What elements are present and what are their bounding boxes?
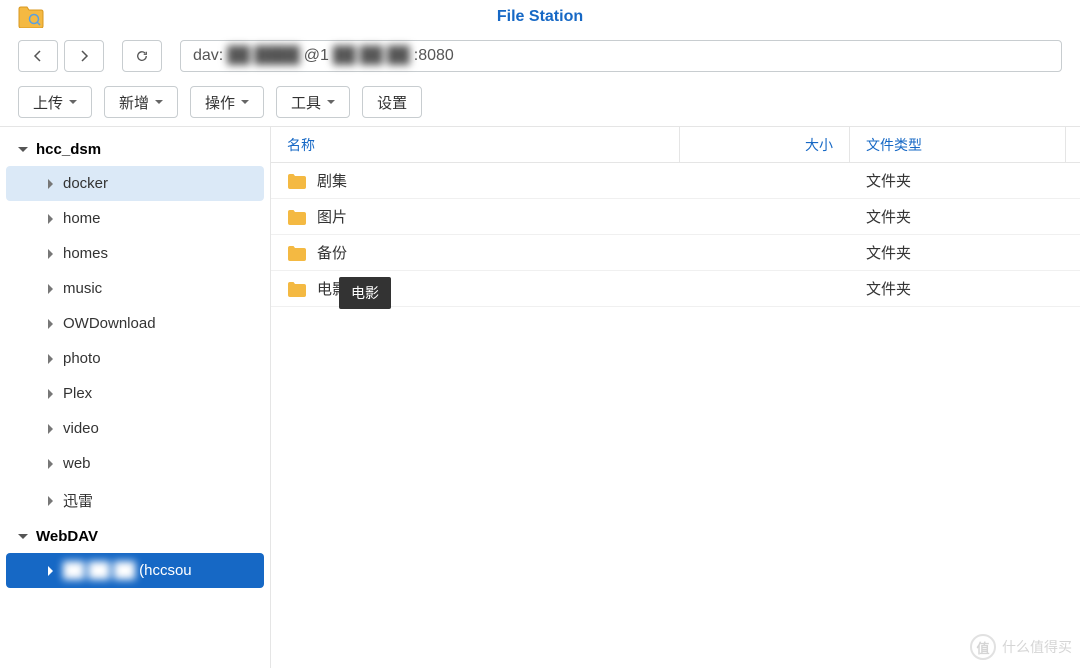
chevron-right-icon (48, 389, 53, 399)
column-type[interactable]: 文件类型 (850, 127, 1080, 162)
chevron-right-icon (48, 496, 53, 506)
column-size[interactable]: 大小 (680, 127, 850, 162)
new-label: 新增 (119, 92, 149, 113)
sidebar-item-label: web (63, 455, 91, 472)
tree-root-label: hcc_dsm (36, 141, 101, 158)
app-title: File Station (497, 8, 583, 26)
sidebar-item-label: docker (63, 175, 108, 192)
chevron-down-icon (155, 100, 163, 104)
settings-button[interactable]: 设置 (362, 86, 422, 118)
upload-button[interactable]: 上传 (18, 86, 92, 118)
chevron-right-icon (48, 214, 53, 224)
table-row[interactable]: 剧集 文件夹 (271, 163, 1080, 199)
chevron-down-icon (69, 100, 77, 104)
tooltip: 电影 (339, 277, 391, 309)
sidebar: hcc_dsm docker home homes music OWDownload ph… (0, 126, 270, 668)
chevron-right-icon (48, 319, 53, 329)
chevron-right-icon (48, 566, 53, 576)
chevron-down-icon (18, 534, 28, 539)
sidebar-item-music[interactable]: music (6, 271, 264, 306)
sidebar-item-label: Plex (63, 385, 92, 402)
sidebar-item-label: OWDownload (63, 315, 156, 332)
sidebar-item-owdownload[interactable]: OWDownload (6, 306, 264, 341)
address-bar[interactable]: dav: ██ ████ @1 ██ ██ ██ :8080 (180, 40, 1062, 72)
chevron-right-icon (48, 284, 53, 294)
sidebar-item-迅雷[interactable]: 迅雷 (6, 481, 264, 520)
chevron-right-icon (48, 179, 53, 189)
file-name: 图片 (317, 206, 347, 227)
sidebar-item-homes[interactable]: homes (6, 236, 264, 271)
forward-button[interactable] (64, 40, 104, 72)
sidebar-item-label: home (63, 210, 101, 227)
app-icon (18, 6, 44, 28)
tool-button[interactable]: 工具 (276, 86, 350, 118)
settings-label: 设置 (377, 92, 407, 113)
sidebar-item-hidden: ██ ██ ██ (63, 562, 135, 579)
file-type: 文件夹 (866, 242, 911, 263)
file-type: 文件夹 (866, 206, 911, 227)
column-name[interactable]: 名称 (271, 127, 680, 162)
chevron-down-icon (18, 147, 28, 152)
table-header: 名称 大小 文件类型 (271, 127, 1080, 163)
address-hidden2: ██ ██ ██ (333, 47, 410, 65)
sidebar-item-video[interactable]: video (6, 411, 264, 446)
sidebar-item-web[interactable]: web (6, 446, 264, 481)
table-row[interactable]: 图片 文件夹 (271, 199, 1080, 235)
file-list: 名称 大小 文件类型 剧集文件夹图片文件夹备份文件夹电影文件夹 电影 (270, 126, 1080, 668)
sidebar-item-suffix: (hccsou (139, 562, 192, 579)
sidebar-item-label: music (63, 280, 102, 297)
file-name: 剧集 (317, 170, 347, 191)
chevron-down-icon (241, 100, 249, 104)
sidebar-item-webdav-active[interactable]: ██ ██ ██ (hccsou (6, 553, 264, 588)
sidebar-item-label: photo (63, 350, 101, 367)
table-row[interactable]: 电影 文件夹 (271, 271, 1080, 307)
sidebar-item-plex[interactable]: Plex (6, 376, 264, 411)
address-hidden1: ██ ████ (227, 47, 299, 65)
chevron-right-icon (48, 424, 53, 434)
address-port: :8080 (414, 47, 454, 65)
watermark-text: 什么值得买 (1002, 637, 1072, 657)
chevron-right-icon (48, 249, 53, 259)
address-prefix: dav: (193, 47, 223, 65)
tree-root-webdav[interactable]: WebDAV (0, 520, 270, 553)
table-row[interactable]: 备份 文件夹 (271, 235, 1080, 271)
sidebar-item-docker[interactable]: docker (6, 166, 264, 201)
refresh-button[interactable] (122, 40, 162, 72)
file-type: 文件夹 (866, 278, 911, 299)
watermark: 值 什么值得买 (970, 634, 1072, 660)
address-at: @1 (304, 47, 329, 65)
sidebar-item-label: 迅雷 (63, 490, 93, 511)
file-type: 文件夹 (866, 170, 911, 191)
tree-root-label: WebDAV (36, 528, 98, 545)
new-button[interactable]: 新增 (104, 86, 178, 118)
action-label: 操作 (205, 92, 235, 113)
sidebar-item-photo[interactable]: photo (6, 341, 264, 376)
file-name: 备份 (317, 242, 347, 263)
sidebar-item-label: video (63, 420, 99, 437)
chevron-down-icon (327, 100, 335, 104)
chevron-right-icon (48, 354, 53, 364)
back-button[interactable] (18, 40, 58, 72)
sidebar-item-home[interactable]: home (6, 201, 264, 236)
tool-label: 工具 (291, 92, 321, 113)
sidebar-item-label: homes (63, 245, 108, 262)
upload-label: 上传 (33, 92, 63, 113)
chevron-right-icon (48, 459, 53, 469)
action-button[interactable]: 操作 (190, 86, 264, 118)
watermark-icon: 值 (970, 634, 996, 660)
tree-root-hccdsm[interactable]: hcc_dsm (0, 133, 270, 166)
